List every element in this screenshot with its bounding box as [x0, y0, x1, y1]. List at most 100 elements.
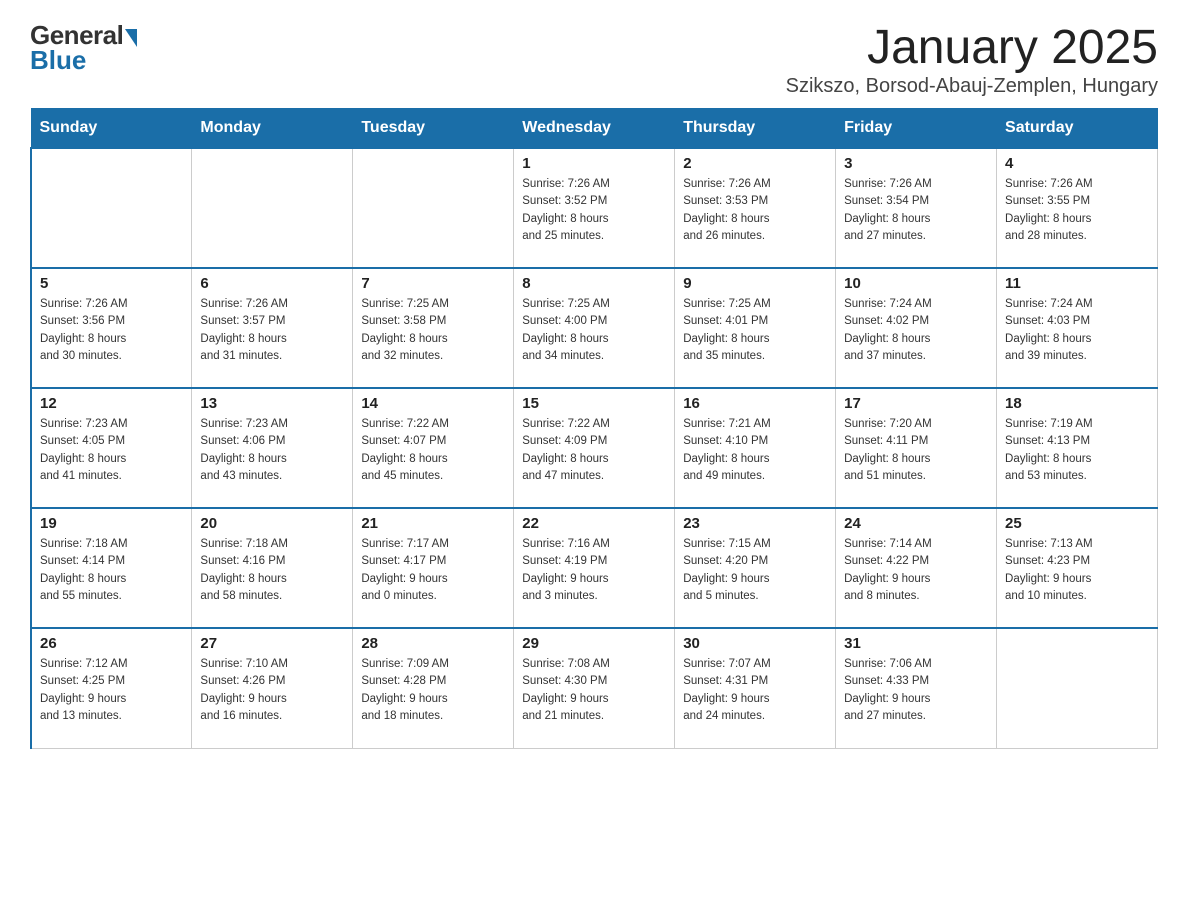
- day-info: Sunrise: 7:26 AMSunset: 3:56 PMDaylight:…: [40, 296, 183, 365]
- day-number: 24: [844, 515, 988, 532]
- title-area: January 2025 Szikszo, Borsod-Abauj-Zempl…: [786, 20, 1158, 98]
- day-of-week-header: Thursday: [675, 109, 836, 149]
- calendar-day-cell: 30 Sunrise: 7:07 AMSunset: 4:31 PMDayligh…: [675, 628, 836, 748]
- calendar-day-cell: 11Sunrise: 7:24 AMSunset: 4:03 PMDayligh…: [997, 268, 1158, 388]
- day-info: Sunrise: 7:26 AMSunset: 3:54 PMDaylight:…: [844, 176, 988, 245]
- logo-blue-text: Blue: [30, 45, 86, 76]
- calendar-day-cell: 25 Sunrise: 7:13 AMSunset: 4:23 PMDayligh…: [997, 508, 1158, 628]
- day-info: Sunrise: 7:24 AMSunset: 4:02 PMDaylight:…: [844, 296, 988, 365]
- calendar-subtitle: Szikszo, Borsod-Abauj-Zemplen, Hungary: [786, 75, 1158, 98]
- day-info: Sunrise: 7:22 AMSunset: 4:07 PMDaylight:…: [361, 416, 505, 485]
- calendar-day-cell: [192, 148, 353, 268]
- day-of-week-header: Wednesday: [514, 109, 675, 149]
- day-info: Sunrise: 7:13 AMSunset: 4:23 PMDaylight:…: [1005, 536, 1149, 605]
- day-info: Sunrise: 7:22 AMSunset: 4:09 PMDaylight:…: [522, 416, 666, 485]
- day-number: 20: [200, 515, 344, 532]
- day-number: 26: [40, 635, 183, 652]
- day-info: Sunrise: 7:12 AMSunset: 4:25 PMDaylight:…: [40, 656, 183, 725]
- calendar-day-cell: 21Sunrise: 7:17 AMSunset: 4:17 PMDayligh…: [353, 508, 514, 628]
- day-of-week-header: Tuesday: [353, 109, 514, 149]
- day-info: Sunrise: 7:21 AMSunset: 4:10 PMDaylight:…: [683, 416, 827, 485]
- day-info: Sunrise: 7:14 AMSunset: 4:22 PMDaylight:…: [844, 536, 988, 605]
- day-info: Sunrise: 7:26 AMSunset: 3:55 PMDaylight:…: [1005, 176, 1149, 245]
- calendar-day-cell: 23Sunrise: 7:15 AMSunset: 4:20 PMDayligh…: [675, 508, 836, 628]
- day-of-week-header: Saturday: [997, 109, 1158, 149]
- calendar-day-cell: 15 Sunrise: 7:22 AMSunset: 4:09 PMDayligh…: [514, 388, 675, 508]
- day-number: 10: [844, 275, 988, 292]
- calendar-day-cell: [31, 148, 192, 268]
- calendar-title: January 2025: [786, 20, 1158, 75]
- day-info: Sunrise: 7:15 AMSunset: 4:20 PMDaylight:…: [683, 536, 827, 605]
- day-number: 12: [40, 395, 183, 412]
- day-number: 14: [361, 395, 505, 412]
- calendar-week-row: 26 Sunrise: 7:12 AMSunset: 4:25 PMDayligh…: [31, 628, 1158, 748]
- calendar-day-cell: 16Sunrise: 7:21 AMSunset: 4:10 PMDayligh…: [675, 388, 836, 508]
- day-info: Sunrise: 7:19 AMSunset: 4:13 PMDaylight:…: [1005, 416, 1149, 485]
- day-info: Sunrise: 7:16 AMSunset: 4:19 PMDaylight:…: [522, 536, 666, 605]
- day-info: Sunrise: 7:18 AMSunset: 4:16 PMDaylight:…: [200, 536, 344, 605]
- day-info: Sunrise: 7:06 AMSunset: 4:33 PMDaylight:…: [844, 656, 988, 725]
- day-number: 29: [522, 635, 666, 652]
- day-of-week-header: Friday: [836, 109, 997, 149]
- day-info: Sunrise: 7:25 AMSunset: 4:00 PMDaylight:…: [522, 296, 666, 365]
- calendar-week-row: 19Sunrise: 7:18 AMSunset: 4:14 PMDayligh…: [31, 508, 1158, 628]
- calendar-day-cell: 2Sunrise: 7:26 AMSunset: 3:53 PMDaylight…: [675, 148, 836, 268]
- calendar-day-cell: 8Sunrise: 7:25 AMSunset: 4:00 PMDaylight…: [514, 268, 675, 388]
- day-info: Sunrise: 7:23 AMSunset: 4:05 PMDaylight:…: [40, 416, 183, 485]
- day-number: 2: [683, 155, 827, 172]
- calendar-day-cell: 13Sunrise: 7:23 AMSunset: 4:06 PMDayligh…: [192, 388, 353, 508]
- day-number: 30: [683, 635, 827, 652]
- day-number: 7: [361, 275, 505, 292]
- day-info: Sunrise: 7:20 AMSunset: 4:11 PMDaylight:…: [844, 416, 988, 485]
- day-number: 5: [40, 275, 183, 292]
- calendar-day-cell: 14 Sunrise: 7:22 AMSunset: 4:07 PMDayligh…: [353, 388, 514, 508]
- calendar-header-row: SundayMondayTuesdayWednesdayThursdayFrid…: [31, 109, 1158, 149]
- calendar-day-cell: 28Sunrise: 7:09 AMSunset: 4:28 PMDayligh…: [353, 628, 514, 748]
- calendar-day-cell: 22 Sunrise: 7:16 AMSunset: 4:19 PMDayligh…: [514, 508, 675, 628]
- calendar-day-cell: 9 Sunrise: 7:25 AMSunset: 4:01 PMDaylight…: [675, 268, 836, 388]
- calendar-day-cell: 3 Sunrise: 7:26 AMSunset: 3:54 PMDaylight…: [836, 148, 997, 268]
- day-number: 4: [1005, 155, 1149, 172]
- calendar-day-cell: 12 Sunrise: 7:23 AMSunset: 4:05 PMDayligh…: [31, 388, 192, 508]
- day-number: 21: [361, 515, 505, 532]
- day-number: 17: [844, 395, 988, 412]
- day-info: Sunrise: 7:25 AMSunset: 4:01 PMDaylight:…: [683, 296, 827, 365]
- calendar-day-cell: 24 Sunrise: 7:14 AMSunset: 4:22 PMDayligh…: [836, 508, 997, 628]
- calendar-day-cell: 31 Sunrise: 7:06 AMSunset: 4:33 PMDayligh…: [836, 628, 997, 748]
- calendar-day-cell: 19Sunrise: 7:18 AMSunset: 4:14 PMDayligh…: [31, 508, 192, 628]
- day-number: 11: [1005, 275, 1149, 292]
- day-info: Sunrise: 7:10 AMSunset: 4:26 PMDaylight:…: [200, 656, 344, 725]
- day-info: Sunrise: 7:07 AMSunset: 4:31 PMDaylight:…: [683, 656, 827, 725]
- calendar-day-cell: 26 Sunrise: 7:12 AMSunset: 4:25 PMDayligh…: [31, 628, 192, 748]
- logo-arrow-icon: [125, 29, 137, 47]
- day-number: 6: [200, 275, 344, 292]
- day-number: 3: [844, 155, 988, 172]
- day-number: 19: [40, 515, 183, 532]
- calendar-day-cell: 17 Sunrise: 7:20 AMSunset: 4:11 PMDayligh…: [836, 388, 997, 508]
- day-info: Sunrise: 7:26 AMSunset: 3:57 PMDaylight:…: [200, 296, 344, 365]
- day-info: Sunrise: 7:26 AMSunset: 3:52 PMDaylight:…: [522, 176, 666, 245]
- day-info: Sunrise: 7:08 AMSunset: 4:30 PMDaylight:…: [522, 656, 666, 725]
- day-number: 9: [683, 275, 827, 292]
- page-header: General Blue January 2025 Szikszo, Borso…: [30, 20, 1158, 98]
- day-number: 1: [522, 155, 666, 172]
- day-number: 25: [1005, 515, 1149, 532]
- logo: General Blue: [30, 20, 137, 76]
- day-number: 13: [200, 395, 344, 412]
- day-number: 31: [844, 635, 988, 652]
- calendar-day-cell: 7Sunrise: 7:25 AMSunset: 3:58 PMDaylight…: [353, 268, 514, 388]
- day-number: 15: [522, 395, 666, 412]
- calendar-week-row: 12 Sunrise: 7:23 AMSunset: 4:05 PMDayligh…: [31, 388, 1158, 508]
- day-number: 18: [1005, 395, 1149, 412]
- calendar-week-row: 1 Sunrise: 7:26 AMSunset: 3:52 PMDaylight…: [31, 148, 1158, 268]
- day-number: 27: [200, 635, 344, 652]
- day-number: 22: [522, 515, 666, 532]
- day-number: 28: [361, 635, 505, 652]
- calendar-day-cell: 4 Sunrise: 7:26 AMSunset: 3:55 PMDaylight…: [997, 148, 1158, 268]
- calendar-day-cell: 18 Sunrise: 7:19 AMSunset: 4:13 PMDayligh…: [997, 388, 1158, 508]
- day-of-week-header: Monday: [192, 109, 353, 149]
- calendar-day-cell: 20 Sunrise: 7:18 AMSunset: 4:16 PMDayligh…: [192, 508, 353, 628]
- calendar-day-cell: [997, 628, 1158, 748]
- day-of-week-header: Sunday: [31, 109, 192, 149]
- calendar-week-row: 5 Sunrise: 7:26 AMSunset: 3:56 PMDaylight…: [31, 268, 1158, 388]
